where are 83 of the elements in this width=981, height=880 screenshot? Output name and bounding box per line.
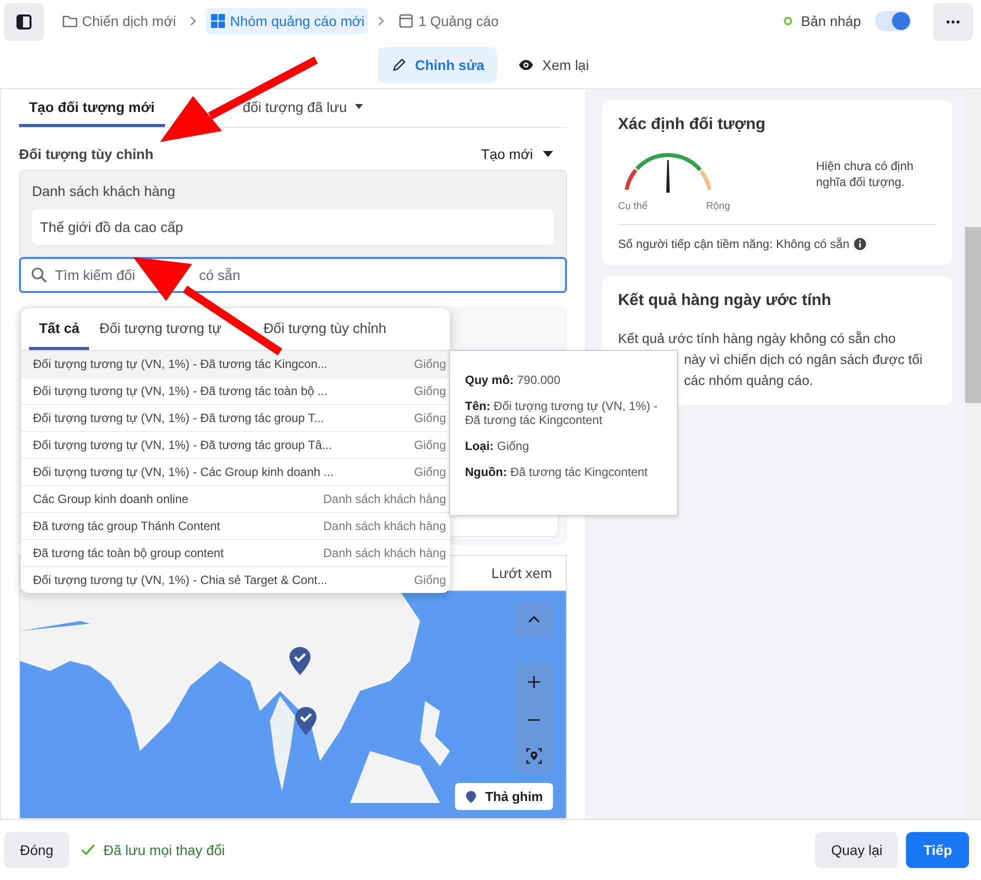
- card-title: Kết quả hàng ngày ước tính: [618, 292, 832, 310]
- plus-icon: [526, 674, 542, 690]
- tooltip-text: Nguồn: Đã tương tác Kingcontent: [465, 465, 649, 479]
- caret-icon: [543, 151, 553, 157]
- mode-tab[interactable]: Xem lại: [505, 47, 602, 83]
- breadcrumb-item[interactable]: Chiến dịch mới: [58, 8, 180, 34]
- info-icon: [854, 238, 866, 250]
- audience-option[interactable]: Đã tương tác toàn bộ group content Danh sách khách hàng: [21, 540, 450, 567]
- toggle-switch[interactable]: [875, 11, 911, 31]
- reach-text: Số người tiếp cận tiềm năng: Không có sẵn: [618, 237, 850, 251]
- option-name: Đối tượng tương tự (VN, 1%) - Đã tương tác group T...: [33, 411, 324, 425]
- option-type: Danh sách khách hàng: [323, 546, 446, 560]
- results-text: này vì chiến dịch có ngân sách được tối: [683, 351, 924, 369]
- locate-button[interactable]: [515, 739, 553, 773]
- map-pin-icon: [288, 646, 312, 676]
- close-button[interactable]: Đóng: [4, 832, 70, 868]
- check-icon: [81, 844, 96, 856]
- more-icon: [945, 20, 961, 24]
- eye-icon: [518, 57, 534, 73]
- pin-icon: [465, 790, 478, 804]
- results-text: các nhóm quảng cáo.: [683, 372, 814, 390]
- option-type: Danh sách khách hàng: [323, 519, 446, 533]
- option-name: Đối tượng tương tự (VN, 1%) - Đã tương tác Kingcon...: [33, 357, 328, 371]
- option-type: Giống: [414, 384, 446, 398]
- audience-chip[interactable]: Thế giới đồ da cao cấp: [32, 209, 554, 245]
- mode-tab[interactable]: Chỉnh sửa: [378, 47, 498, 83]
- chevron-icon: [188, 15, 198, 27]
- save-status: Đã lưu mọi thay đổi: [103, 842, 225, 858]
- option-type: Giống: [414, 357, 446, 371]
- audience-option[interactable]: Đối tượng tương tự (VN, 1%) - Chia sẻ Target & Cont... Giống: [21, 567, 450, 593]
- location-icon: [526, 748, 542, 764]
- search-icon: [31, 267, 47, 283]
- drop-pin-button[interactable]: Thả ghim: [455, 783, 553, 810]
- panel-icon: [16, 14, 32, 30]
- chevron-icon: [376, 15, 386, 27]
- card-title: Xác định đối tượng: [618, 116, 766, 134]
- create-new-button[interactable]: Tạo mới: [481, 146, 567, 162]
- audience-option[interactable]: Đã tương tác group Thánh Content Danh sách khách hàng: [21, 513, 450, 540]
- breadcrumb-item[interactable]: Nhóm quảng cáo mới: [206, 8, 368, 34]
- scrollbar-thumb[interactable]: [965, 227, 981, 403]
- option-name: Đã tương tác toàn bộ group content: [33, 546, 224, 560]
- gauge-label: Cụ thể: [618, 201, 648, 212]
- placeholder-text: có sẵn: [199, 267, 240, 283]
- tooltip-text: Tên: Đối tượng tương tự (VN, 1%) - Đã tương tác Kingcontent: [465, 399, 659, 427]
- search-input[interactable]: Tìm kiếm đối: [55, 267, 143, 283]
- option-type: Giống: [414, 411, 446, 425]
- tooltip-text: Loại: Giống: [465, 439, 530, 453]
- group-label: Danh sách khách hàng: [32, 183, 176, 199]
- audience-tab[interactable]: đối tượng đã lưu: [164, 89, 373, 127]
- zoom-in-button[interactable]: [515, 663, 553, 701]
- option-name: Đã tương tác group Thánh Content: [33, 519, 220, 533]
- results-text: Kết quả ước tính hàng ngày không có sẵn cho: [618, 330, 897, 348]
- map-pin-icon: [294, 706, 318, 736]
- window-icon: [398, 13, 414, 29]
- sidebar-toggle-button[interactable]: [4, 3, 44, 41]
- option-type: Giống: [414, 465, 446, 479]
- option-name: Đối tượng tương tự (VN, 1%) - Đã tương tác group Tâ...: [33, 438, 332, 452]
- section-title: Đối tượng tùy chỉnh: [19, 146, 154, 162]
- option-type: Giống: [414, 438, 446, 452]
- audience-tab[interactable]: Tạo đối tượng mới: [19, 89, 165, 127]
- status-label: Bản nháp: [801, 13, 861, 29]
- gauge-label: Rộng: [706, 201, 730, 212]
- minus-icon: [526, 719, 542, 721]
- option-name: Đối tượng tương tự (VN, 1%) - Các Group kinh doanh ...: [33, 465, 334, 479]
- pencil-icon: [391, 57, 407, 73]
- option-name: Đối tượng tương tự (VN, 1%) - Đã tương tác toàn bộ ...: [33, 384, 328, 398]
- filter-tab[interactable]: Đối tượng tương tự: [89, 308, 232, 350]
- back-button[interactable]: Quay lại: [815, 832, 898, 868]
- audience-option[interactable]: Đối tượng tương tự (VN, 1%) - Đã tương tác Kingcon... Giống: [21, 351, 450, 378]
- next-button[interactable]: Tiếp: [906, 832, 969, 868]
- filter-tab[interactable]: Đối tượng tùy chỉnh: [253, 308, 396, 350]
- option-name: Đối tượng tương tự (VN, 1%) - Chia sẻ Target & Cont...: [33, 573, 328, 587]
- tooltip-text: Quy mô: 790.000: [465, 373, 562, 387]
- folder-icon: [62, 13, 78, 29]
- option-name: Các Group kinh doanh online: [33, 492, 188, 506]
- search-field[interactable]: Tìm kiếm đối có sẵn: [19, 257, 567, 293]
- browse-link[interactable]: Lướt xem: [491, 565, 552, 581]
- option-type: Danh sách khách hàng: [323, 492, 446, 506]
- status-dot-icon: [783, 16, 794, 26]
- grid-icon: [210, 13, 226, 29]
- description-text: Hiện chưa có định nghĩa đối tượng.: [816, 158, 914, 191]
- breadcrumb-item[interactable]: 1 Quảng cáo: [394, 8, 503, 34]
- option-type: Giống: [414, 573, 446, 587]
